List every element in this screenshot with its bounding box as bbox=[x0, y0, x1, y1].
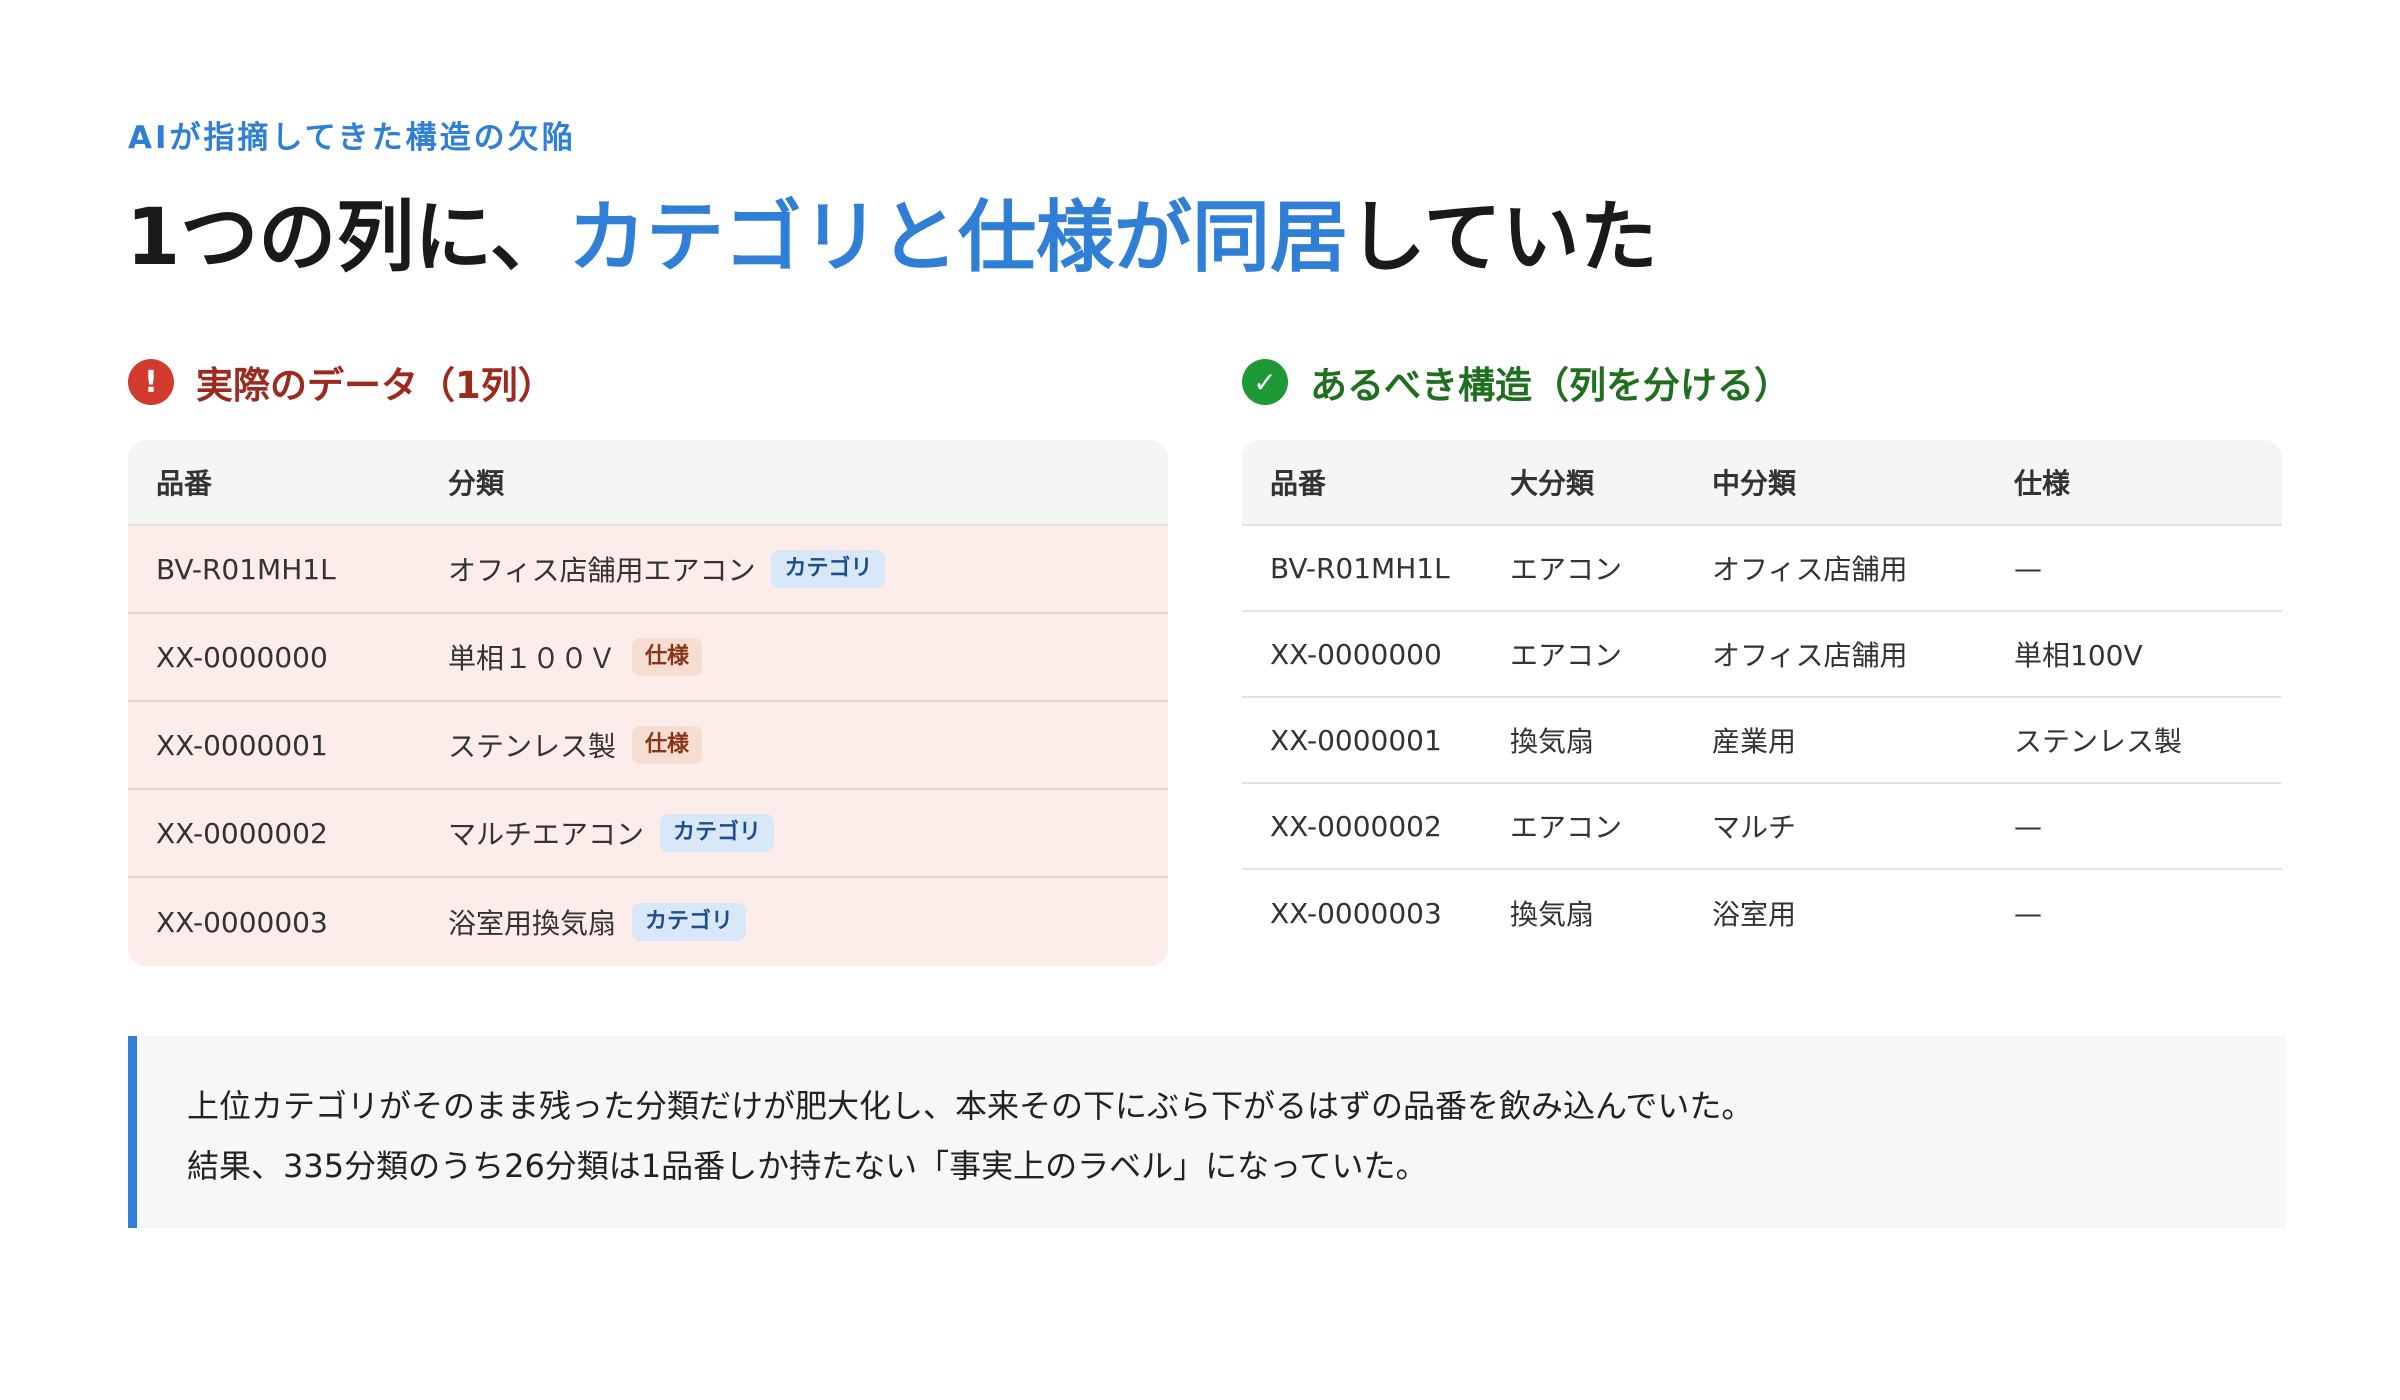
ideal-structure-table: 品番 大分類 中分類 仕様 BV-R01MH1L エアコン オフィス店舗用 — XX-0… bbox=[1242, 440, 2282, 956]
header-spec: 仕様 bbox=[2014, 467, 2071, 500]
cell-code: XX-0000000 bbox=[1270, 637, 1442, 671]
ideal-structure-panel: ✓ あるべき構造（列を分ける） 品番 大分類 中分類 仕様 BV-R01MH1L… bbox=[1242, 354, 2282, 956]
cell-middle: オフィス店舗用 bbox=[1712, 553, 1908, 586]
summary-callout: 上位カテゴリがそのまま残った分類だけが肥大化し、本来その下にぶら下がるはずの品番… bbox=[128, 1036, 2286, 1228]
title-prefix: 1つの列に、 bbox=[126, 193, 568, 283]
cell-code: XX-0000002 bbox=[156, 816, 328, 850]
cell-spec: ステンレス製 bbox=[2014, 725, 2183, 758]
eyebrow-label: AIが指摘してきた構造の欠陥 bbox=[128, 120, 576, 156]
callout-line-1: 上位カテゴリがそのまま残った分類だけが肥大化し、本来その下にぶら下がるはずの品番… bbox=[187, 1087, 1754, 1125]
cell-major: エアコン bbox=[1510, 639, 1623, 672]
table-row: XX-0000003 換気扇 浴室用 — bbox=[1242, 870, 2282, 956]
cell-class: 単相１００Ｖ 仕様 bbox=[448, 637, 703, 677]
cell-class: ステンレス製 仕様 bbox=[448, 725, 703, 765]
cell-code: XX-0000001 bbox=[156, 728, 328, 762]
header-major: 大分類 bbox=[1510, 467, 1595, 500]
header-code: 品番 bbox=[1270, 467, 1327, 500]
actual-data-panel: ! 実際のデータ（1列） 品番 分類 BV-R01MH1L オフィス店舗用エアコン… bbox=[128, 354, 1168, 966]
cell-spec: — bbox=[2014, 809, 2042, 843]
cell-major: エアコン bbox=[1510, 811, 1623, 844]
cell-code: XX-0000003 bbox=[156, 905, 328, 939]
cell-middle: マルチ bbox=[1712, 811, 1797, 844]
table-row: BV-R01MH1L エアコン オフィス店舗用 — bbox=[1242, 526, 2282, 612]
cell-class: 浴室用換気扇 カテゴリ bbox=[448, 902, 747, 942]
cell-major: エアコン bbox=[1510, 553, 1623, 586]
cell-code: XX-0000002 bbox=[1270, 809, 1442, 843]
table-row: XX-0000001 換気扇 産業用 ステンレス製 bbox=[1242, 698, 2282, 784]
cell-spec: — bbox=[2014, 551, 2042, 585]
cell-class-text: 浴室用換気扇 bbox=[448, 907, 617, 940]
cell-code: BV-R01MH1L bbox=[1270, 551, 1450, 585]
table-body: BV-R01MH1L オフィス店舗用エアコン カテゴリ XX-0000000 単相１００… bbox=[128, 526, 1168, 966]
table-body: BV-R01MH1L エアコン オフィス店舗用 — XX-0000000 エアコン オフィス… bbox=[1242, 526, 2282, 956]
type-badge: 仕様 bbox=[632, 726, 703, 764]
type-badge: 仕様 bbox=[632, 638, 703, 676]
table-row: BV-R01MH1L オフィス店舗用エアコン カテゴリ bbox=[128, 526, 1168, 614]
cell-major: 換気扇 bbox=[1510, 725, 1595, 758]
header-class: 分類 bbox=[448, 467, 505, 500]
table-header: 品番 大分類 中分類 仕様 bbox=[1242, 440, 2282, 526]
cell-class-text: マルチエアコン bbox=[448, 818, 645, 851]
ideal-structure-title: あるべき構造（列を分ける） bbox=[1310, 364, 1791, 407]
cell-major: 換気扇 bbox=[1510, 898, 1595, 931]
actual-data-title: 実際のデータ（1列） bbox=[196, 364, 555, 407]
cell-class-text: オフィス店舗用エアコン bbox=[448, 554, 756, 587]
cell-class: マルチエアコン カテゴリ bbox=[448, 813, 775, 853]
cell-code: XX-0000001 bbox=[1270, 723, 1442, 757]
table-row: XX-0000002 マルチエアコン カテゴリ bbox=[128, 790, 1168, 878]
table-row: XX-0000002 エアコン マルチ — bbox=[1242, 784, 2282, 870]
actual-data-table: 品番 分類 BV-R01MH1L オフィス店舗用エアコン カテゴリ XX-000000… bbox=[128, 440, 1168, 966]
cell-middle: 浴室用 bbox=[1712, 898, 1797, 931]
page-title: 1つの列に、カテゴリと仕様が同居していた bbox=[126, 193, 1658, 283]
type-badge: カテゴリ bbox=[632, 903, 747, 941]
title-accent: カテゴリと仕様が同居 bbox=[567, 193, 1348, 283]
header-middle: 中分類 bbox=[1712, 467, 1797, 500]
ideal-structure-heading: ✓ あるべき構造（列を分ける） bbox=[1242, 354, 2282, 410]
cell-spec: 単相100V bbox=[2014, 639, 2143, 672]
table-row: XX-0000000 エアコン オフィス店舗用 単相100V bbox=[1242, 612, 2282, 698]
type-badge: カテゴリ bbox=[660, 814, 775, 852]
cell-class-text: ステンレス製 bbox=[448, 730, 617, 763]
table-row: XX-0000000 単相１００Ｖ 仕様 bbox=[128, 614, 1168, 702]
cell-code: XX-0000000 bbox=[156, 640, 328, 674]
title-suffix: していた bbox=[1347, 193, 1658, 283]
actual-data-heading: ! 実際のデータ（1列） bbox=[128, 354, 1168, 410]
header-code: 品番 bbox=[156, 467, 213, 500]
cell-code: BV-R01MH1L bbox=[156, 552, 336, 586]
cell-spec: — bbox=[2014, 896, 2042, 930]
cell-class: オフィス店舗用エアコン カテゴリ bbox=[448, 549, 886, 589]
type-badge: カテゴリ bbox=[771, 550, 886, 588]
check-icon: ✓ bbox=[1242, 359, 1288, 405]
cell-middle: オフィス店舗用 bbox=[1712, 639, 1908, 672]
table-header: 品番 分類 bbox=[128, 440, 1168, 526]
cell-code: XX-0000003 bbox=[1270, 896, 1442, 930]
table-row: XX-0000001 ステンレス製 仕様 bbox=[128, 702, 1168, 790]
callout-line-2: 結果、335分類のうち26分類は1品番しか持たない「事実上のラベル」になっていた… bbox=[187, 1147, 1428, 1185]
exclamation-icon: ! bbox=[128, 359, 174, 405]
table-row: XX-0000003 浴室用換気扇 カテゴリ bbox=[128, 878, 1168, 966]
cell-class-text: 単相１００Ｖ bbox=[448, 642, 617, 675]
cell-middle: 産業用 bbox=[1712, 725, 1797, 758]
